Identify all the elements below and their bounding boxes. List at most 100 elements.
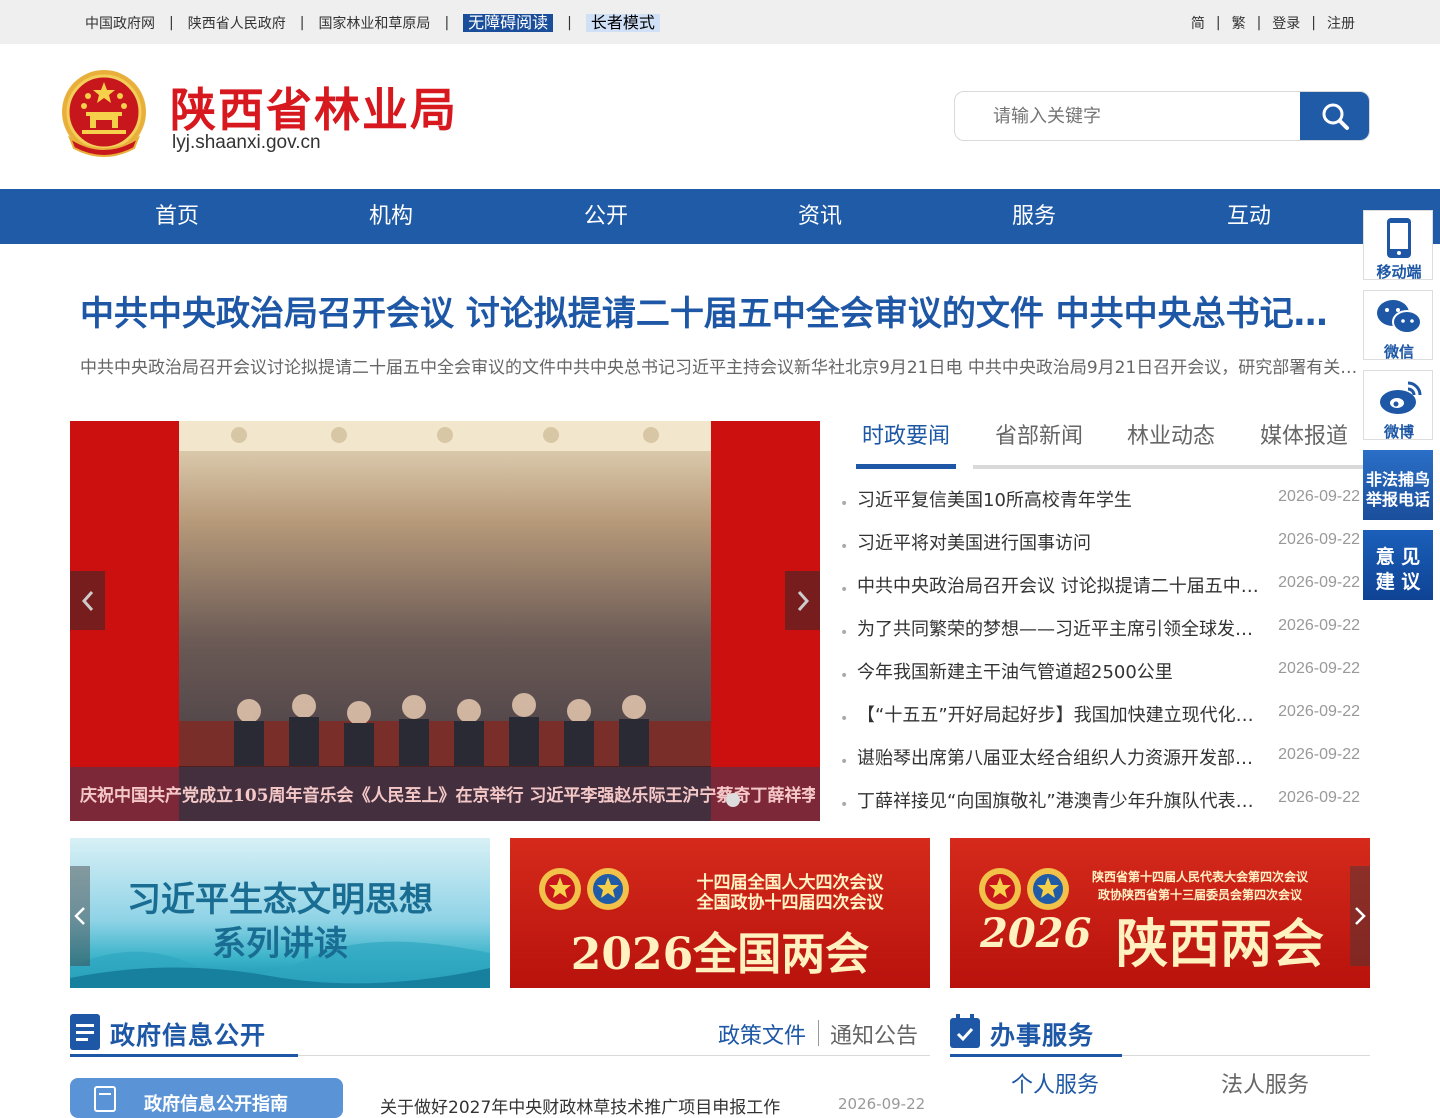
document-icon bbox=[70, 1014, 100, 1050]
banner-shaanxi-cppcc: 政协陕西省第十三届委员会第四次会议 bbox=[1097, 888, 1302, 902]
news-title[interactable]: 【“十五五”开好局起好步】我国加快建立现代化粮食储备体系 bbox=[857, 701, 1265, 727]
sidebar-wechat-label: 微信 bbox=[1383, 343, 1414, 361]
banner-prev-button[interactable] bbox=[70, 866, 90, 966]
carousel-photo bbox=[179, 421, 711, 821]
mobile-phone-icon bbox=[1387, 218, 1411, 258]
news-title[interactable]: 为了共同繁荣的梦想——习近平主席引领全球发展倡议 bbox=[857, 615, 1265, 641]
sidebar-wechat[interactable]: 微信 bbox=[1363, 290, 1433, 361]
banner-next-button[interactable] bbox=[1350, 866, 1370, 966]
tab-notices[interactable]: 通知公告 bbox=[830, 1018, 918, 1050]
tab-personal-services[interactable]: 个人服务 bbox=[1011, 1067, 1099, 1099]
news-date: 2026-09-22 bbox=[1278, 617, 1360, 634]
gov-info-guide-button[interactable]: 政府信息公开指南 bbox=[70, 1078, 343, 1118]
traditional-chinese-link[interactable]: 繁 bbox=[1232, 13, 1246, 33]
chevron-right-icon bbox=[797, 590, 809, 611]
banner-eco-line2: 系列讲读 bbox=[212, 924, 348, 964]
search-input[interactable] bbox=[955, 92, 1301, 140]
chevron-left-icon bbox=[74, 907, 85, 925]
nav-organization[interactable]: 机构 bbox=[369, 189, 413, 244]
banner-national-two-sessions[interactable]: 十四届全国人大四次会议 全国政协十四届四次会议 2026全国两会 bbox=[510, 838, 930, 988]
tab-forestry-updates[interactable]: 林业动态 bbox=[1127, 418, 1215, 450]
list-item[interactable]: • 习近平将对美国进行国事访问 2026-09-22 bbox=[838, 529, 1360, 572]
advice-line2: 建 议 bbox=[1375, 571, 1421, 593]
news-date: 2026-09-22 bbox=[1278, 488, 1360, 505]
nav-interaction[interactable]: 互动 bbox=[1227, 189, 1271, 244]
list-item[interactable]: • 谌贻琴出席第八届亚太经合组织人力资源开发部长级会议 2026-09-22 bbox=[838, 744, 1360, 787]
service-section-header: 办事服务 bbox=[950, 1012, 1370, 1057]
main-nav: 首页 机构 公开 资讯 服务 互动 bbox=[0, 189, 1440, 244]
banner-shaanxi-two-sessions[interactable]: 陕西省第十四届人民代表大会第四次会议 政协陕西省第十三届委员会第四次会议 202… bbox=[950, 838, 1370, 988]
banner-eco-civilization[interactable]: 习近平生态文明思想 系列讲读 bbox=[70, 838, 490, 988]
news-date: 2026-09-22 bbox=[1278, 703, 1360, 720]
weibo-icon bbox=[1380, 381, 1422, 414]
tab-policy-documents[interactable]: 政策文件 bbox=[718, 1018, 806, 1050]
news-title[interactable]: 谌贻琴出席第八届亚太经合组织人力资源开发部长级会议 bbox=[857, 744, 1265, 770]
news-date: 2026-09-22 bbox=[1278, 574, 1360, 591]
top-bar: 中国政府网 | 陕西省人民政府 | 国家林业和草原局 | 无障碍阅读 | 长者模… bbox=[0, 0, 1440, 44]
gov-info-section-header: 政府信息公开 政策文件 通知公告 bbox=[70, 1012, 930, 1057]
list-item[interactable]: • 习近平复信美国10所高校青年学生 2026-09-22 bbox=[838, 486, 1360, 529]
service-title: 办事服务 bbox=[990, 1021, 1095, 1050]
carousel-caption[interactable]: 庆祝中国共产党成立105周年音乐会《人民至上》在京举行 习近平李强赵乐际王沪宁蔡… bbox=[80, 781, 815, 806]
gov-info-title: 政府信息公开 bbox=[110, 1021, 267, 1050]
banner-shaanxi-title: 陕西两会 bbox=[1115, 914, 1324, 975]
tab-active-indicator bbox=[856, 464, 956, 469]
news-title[interactable]: 丁薛祥接见“向国旗敬礼”港澳青少年升旗队代表访问团 bbox=[857, 787, 1265, 813]
tab-underline bbox=[973, 465, 1370, 469]
wechat-icon bbox=[1377, 300, 1422, 334]
register-link[interactable]: 注册 bbox=[1327, 13, 1355, 33]
tab-provincial-news[interactable]: 省部新闻 bbox=[995, 418, 1083, 450]
news-date: 2026-09-22 bbox=[1278, 746, 1360, 763]
banner-two-sessions-title: 2026全国两会 bbox=[570, 929, 870, 980]
sidebar-advice[interactable]: 意 见 建 议 bbox=[1363, 530, 1433, 600]
link-shaanxi-gov[interactable]: 陕西省人民政府 bbox=[188, 13, 286, 33]
news-title[interactable]: 今年我国新建主干油气管道超2500公里 bbox=[857, 658, 1265, 684]
guide-icon bbox=[94, 1086, 116, 1112]
link-forestry-admin[interactable]: 国家林业和草原局 bbox=[318, 13, 430, 33]
headline-summary: 中共中央政治局召开会议讨论拟提请二十届五中全会审议的文件中共中央总书记习近平主持… bbox=[80, 358, 1360, 378]
news-title[interactable]: 中共中央政治局召开会议 讨论拟提请二十届五中全会审议的文件 bbox=[857, 572, 1265, 598]
headline-title[interactable]: 中共中央政治局召开会议 讨论拟提请二十届五中全会审议的文件 中共中央总书记习近平… bbox=[80, 286, 1360, 335]
news-title[interactable]: 习近平将对美国进行国事访问 bbox=[857, 529, 1265, 555]
site-domain: lyj.shaanxi.gov.cn bbox=[172, 132, 321, 153]
elder-mode-button[interactable]: 长者模式 bbox=[585, 14, 660, 32]
list-item[interactable]: •【“十五五”开好局起好步】我国加快建立现代化粮食储备体系2026-09-22 bbox=[838, 701, 1360, 744]
account-links: 简 | 繁 | 登录 | 注册 bbox=[1190, 13, 1355, 33]
news-title[interactable]: 习近平复信美国10所高校青年学生 bbox=[857, 486, 1265, 512]
list-item[interactable]: •中共中央政治局召开会议 讨论拟提请二十届五中全会审议的文件2026-09-22 bbox=[838, 572, 1360, 615]
search-button[interactable] bbox=[1300, 92, 1369, 140]
carousel-prev-button[interactable] bbox=[70, 571, 105, 630]
link-gov-cn[interactable]: 中国政府网 bbox=[85, 13, 155, 33]
nav-services[interactable]: 服务 bbox=[1012, 189, 1056, 244]
sidebar-bird-report[interactable]: 非法捕鸟 举报电话 bbox=[1363, 450, 1433, 520]
bird-report-line2: 举报电话 bbox=[1365, 490, 1430, 509]
sidebar-weibo[interactable]: 微博 bbox=[1363, 370, 1433, 441]
tab-current-affairs[interactable]: 时政要闻 bbox=[862, 418, 950, 450]
list-item[interactable]: • 丁薛祥接见“向国旗敬礼”港澳青少年升旗队代表访问团 2026-09-22 bbox=[838, 787, 1360, 830]
external-links: 中国政府网 | 陕西省人民政府 | 国家林业和草原局 | 无障碍阅读 | 长者模… bbox=[85, 13, 660, 33]
gov-info-first-item[interactable]: 关于做好2027年中央财政林草技术推广项目申报工作 bbox=[380, 1093, 810, 1118]
carousel-next-button[interactable] bbox=[785, 571, 820, 630]
accessible-reading-button[interactable]: 无障碍阅读 bbox=[463, 14, 554, 32]
list-item[interactable]: • 为了共同繁荣的梦想——习近平主席引领全球发展倡议 2026-09-22 bbox=[838, 615, 1360, 658]
banner-shaanxi-people-congress: 陕西省第十四届人民代表大会第四次会议 bbox=[1091, 870, 1308, 884]
national-emblem-icon bbox=[62, 70, 146, 157]
list-item[interactable]: • 今年我国新建主干油气管道超2500公里 2026-09-22 bbox=[838, 658, 1360, 701]
sidebar-mobile[interactable]: 移动端 bbox=[1363, 210, 1433, 281]
news-carousel[interactable]: 庆祝中国共产党成立105周年音乐会《人民至上》在京举行 习近平李强赵乐际王沪宁蔡… bbox=[70, 421, 820, 821]
carousel-dot[interactable] bbox=[726, 793, 740, 807]
calendar-check-icon bbox=[950, 1014, 980, 1048]
tab-media-reports[interactable]: 媒体报道 bbox=[1260, 418, 1348, 450]
login-link[interactable]: 登录 bbox=[1272, 13, 1300, 33]
news-date: 2026-09-22 bbox=[1278, 789, 1360, 806]
news-date: 2026-09-22 bbox=[1278, 531, 1360, 548]
tab-legal-person-services[interactable]: 法人服务 bbox=[1221, 1067, 1309, 1099]
banner-cppcc-line: 全国政协十四届四次会议 bbox=[696, 893, 884, 913]
nav-home[interactable]: 首页 bbox=[155, 189, 199, 244]
nav-disclosure[interactable]: 公开 bbox=[584, 189, 628, 244]
simplified-chinese-link[interactable]: 简 bbox=[1191, 13, 1205, 33]
site-title: 陕西省林业局 bbox=[170, 83, 458, 137]
sidebar-weibo-label: 微博 bbox=[1383, 423, 1414, 441]
sidebar-mobile-label: 移动端 bbox=[1376, 263, 1422, 281]
nav-news[interactable]: 资讯 bbox=[798, 189, 842, 244]
